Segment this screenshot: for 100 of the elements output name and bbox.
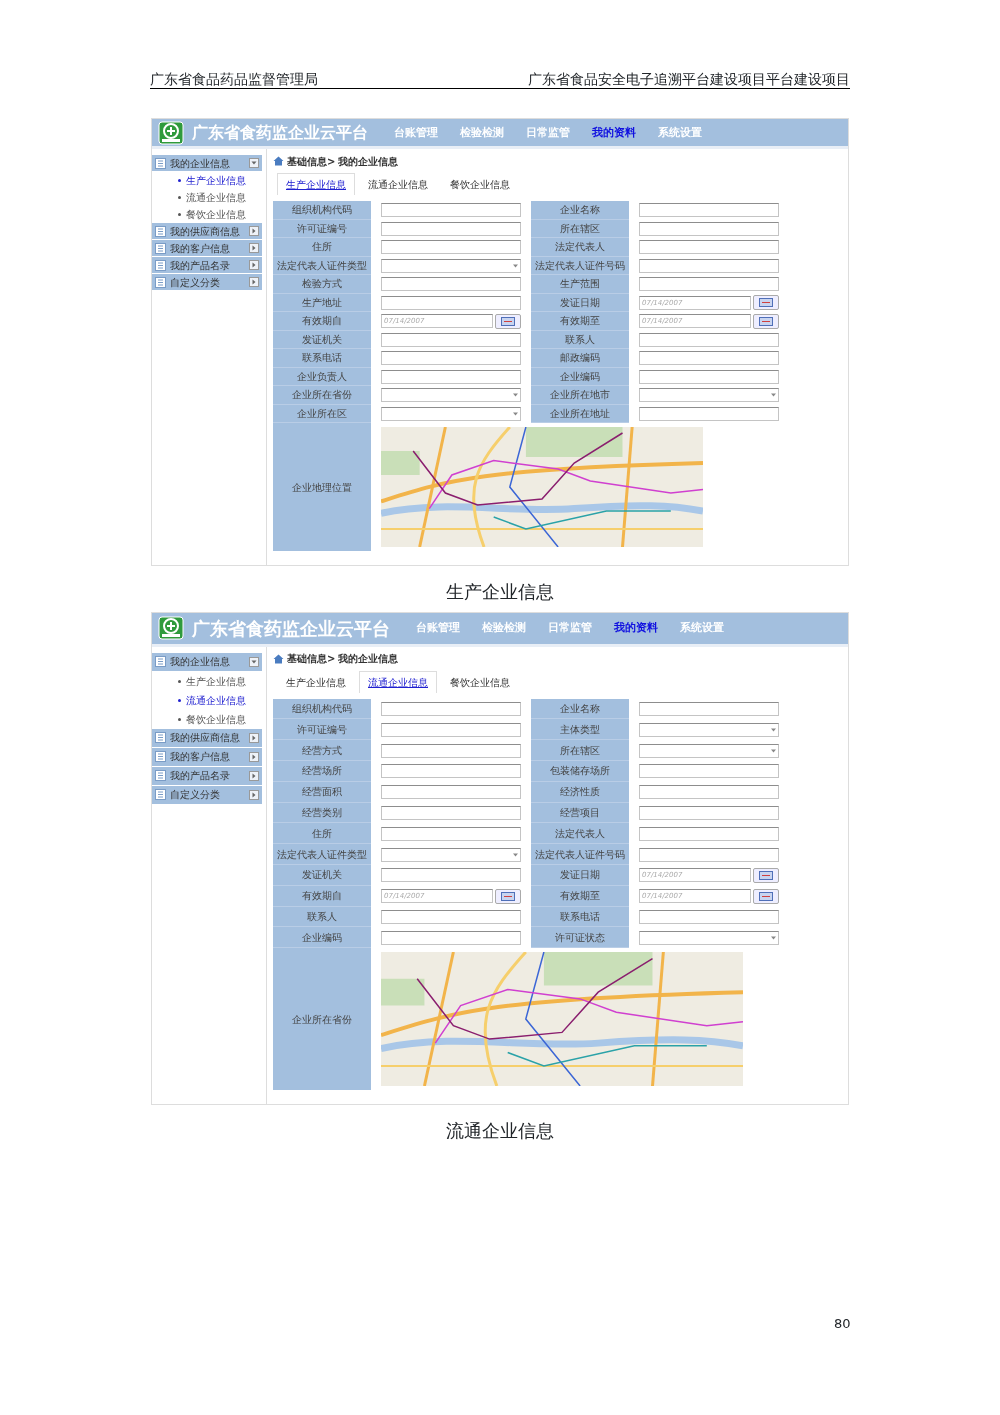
field-label: 许可证状态 <box>531 927 629 949</box>
tab[interactable]: 生产企业信息 <box>277 173 355 196</box>
input-field[interactable] <box>381 743 521 758</box>
input-field[interactable] <box>639 826 779 841</box>
tab[interactable]: 流通企业信息 <box>359 173 437 196</box>
input-field[interactable] <box>381 203 521 218</box>
page-number: 80 <box>834 1315 851 1333</box>
sidebar-item[interactable]: 我的企业信息 <box>152 652 262 671</box>
sidebar-item[interactable]: 我的客户信息 <box>152 240 262 257</box>
input-field[interactable] <box>381 805 521 820</box>
field-label: 有效期自 <box>273 885 371 907</box>
sidebar-item[interactable]: 我的供应商信息 <box>152 728 262 747</box>
field-label: 组织机构代码 <box>273 698 371 720</box>
field-label: 联系人 <box>273 906 371 928</box>
field-label: 生产范围 <box>531 275 629 294</box>
breadcrumb-parent[interactable]: 基础信息> <box>287 153 336 169</box>
document-icon <box>155 157 166 169</box>
sidebar-item[interactable]: 自定义分类 <box>152 785 262 804</box>
sidebar-subitem[interactable]: 餐饮企业信息 <box>152 206 262 224</box>
dropdown-field[interactable] <box>639 722 779 737</box>
input-field[interactable] <box>381 295 521 310</box>
input-field[interactable] <box>639 351 779 366</box>
input-field[interactable] <box>381 332 521 347</box>
calendar-button[interactable] <box>753 295 779 311</box>
input-field[interactable] <box>639 701 779 716</box>
caret-down-icon <box>511 392 520 399</box>
tab[interactable]: 流通企业信息 <box>359 670 437 693</box>
input-field[interactable] <box>639 785 779 800</box>
input-field[interactable] <box>381 826 521 841</box>
caret-right-icon <box>249 789 259 800</box>
input-field[interactable] <box>639 847 779 862</box>
calendar-button[interactable] <box>753 867 779 883</box>
field-label: 企业所在地市 <box>531 386 629 405</box>
dropdown-field[interactable] <box>381 388 521 403</box>
input-field[interactable] <box>381 701 521 716</box>
dropdown-field[interactable] <box>639 743 779 758</box>
input-field[interactable] <box>381 909 521 924</box>
breadcrumb-parent[interactable]: 基础信息> <box>287 651 336 667</box>
sidebar-subitem[interactable]: 餐饮企业信息 <box>152 709 262 729</box>
field-label: 企业编码 <box>273 927 371 949</box>
sidebar-subitem[interactable]: 流通企业信息 <box>152 189 262 207</box>
dropdown-field[interactable] <box>381 847 521 862</box>
field-label: 联系电话 <box>531 906 629 928</box>
sidebar-subitem[interactable]: 流通企业信息 <box>152 690 262 710</box>
field-label: 发证日期 <box>531 864 629 886</box>
input-field[interactable] <box>381 221 521 236</box>
nav-link[interactable]: 我的资料 <box>614 620 658 636</box>
input-field[interactable] <box>381 369 521 384</box>
dropdown-field[interactable] <box>639 388 779 403</box>
input-field[interactable] <box>381 868 521 883</box>
bullet-icon <box>178 196 181 200</box>
input-field[interactable] <box>381 277 521 292</box>
input-field[interactable] <box>639 240 779 255</box>
calendar-button[interactable] <box>495 888 521 904</box>
calendar-button[interactable] <box>753 888 779 904</box>
input-field[interactable] <box>381 240 521 255</box>
caret-down-icon <box>249 656 259 667</box>
calendar-button[interactable] <box>495 313 521 329</box>
sidebar-item[interactable]: 我的产品名录 <box>152 257 262 274</box>
field-label: 企业名称 <box>531 698 629 720</box>
bullet-icon <box>178 698 181 702</box>
nav-link[interactable]: 我的资料 <box>592 124 636 141</box>
input-field[interactable] <box>639 203 779 218</box>
input-field[interactable] <box>639 369 779 384</box>
document-header-title: 广东省食品药品监督管理局 <box>150 70 318 89</box>
document-icon <box>155 259 166 271</box>
sidebar-item[interactable]: 自定义分类 <box>152 274 262 291</box>
field-label: 企业所在省份 <box>273 948 371 1091</box>
sidebar-subitem[interactable]: 生产企业信息 <box>152 172 262 190</box>
logo-icon <box>158 616 184 641</box>
dropdown-field[interactable] <box>381 406 521 421</box>
tab[interactable]: 生产企业信息 <box>277 670 355 693</box>
sidebar-subitem[interactable]: 生产企业信息 <box>152 671 262 691</box>
input-field[interactable] <box>639 764 779 779</box>
input-field[interactable] <box>639 221 779 236</box>
input-field[interactable] <box>639 277 779 292</box>
field-label: 发证机关 <box>273 864 371 886</box>
dropdown-field[interactable] <box>381 258 521 273</box>
input-field[interactable] <box>381 351 521 366</box>
input-field[interactable] <box>381 764 521 779</box>
sidebar-item[interactable]: 我的企业信息 <box>152 155 262 172</box>
input-field[interactable] <box>639 332 779 347</box>
sidebar-item[interactable]: 我的产品名录 <box>152 766 262 785</box>
sidebar-item[interactable]: 我的供应商信息 <box>152 223 262 240</box>
input-field[interactable] <box>639 406 779 421</box>
calendar-button[interactable] <box>753 313 779 329</box>
input-field[interactable] <box>639 909 779 924</box>
sidebar-item[interactable]: 我的客户信息 <box>152 747 262 766</box>
tab[interactable]: 餐饮企业信息 <box>441 670 519 693</box>
input-field[interactable] <box>381 785 521 800</box>
field-label: 经营场所 <box>273 760 371 782</box>
input-field[interactable] <box>639 258 779 273</box>
input-field[interactable] <box>381 722 521 737</box>
input-field[interactable] <box>381 930 521 945</box>
field-label: 经营项目 <box>531 802 629 824</box>
input-field[interactable] <box>639 805 779 820</box>
tab[interactable]: 餐饮企业信息 <box>441 173 519 196</box>
dropdown-field[interactable] <box>639 930 779 945</box>
calendar-icon <box>759 891 773 901</box>
field-label: 法定代表人 <box>531 823 629 845</box>
